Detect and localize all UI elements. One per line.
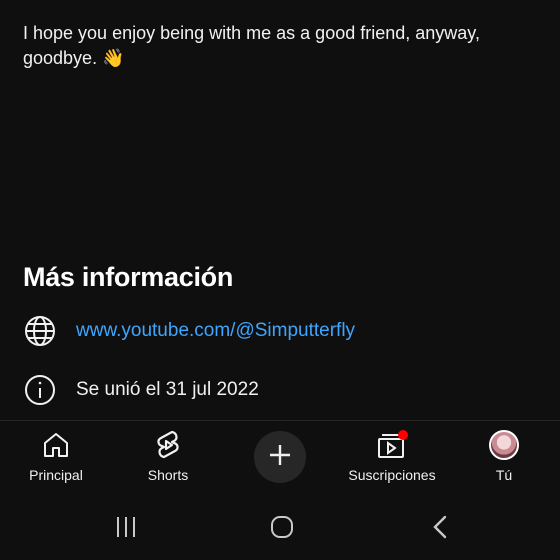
channel-link-row[interactable]: www.youtube.com/@Simputterfly xyxy=(23,311,355,351)
bottom-navigation: Principal Shorts Suscripciones Tú xyxy=(0,421,560,496)
avatar-wrap xyxy=(489,429,519,461)
globe-icon xyxy=(23,314,57,348)
create-button[interactable] xyxy=(254,431,306,483)
system-navigation-bar xyxy=(0,496,560,560)
nav-item-you[interactable]: Tú xyxy=(448,429,560,483)
info-icon xyxy=(23,373,57,407)
joined-date-row: Se unió el 31 jul 2022 xyxy=(23,370,259,410)
nav-label-subscriptions: Suscripciones xyxy=(348,467,436,483)
waving-hand-emoji: 👋 xyxy=(102,48,125,68)
more-info-heading: Más información xyxy=(23,262,234,292)
notification-dot xyxy=(398,430,408,440)
nav-item-shorts[interactable]: Shorts xyxy=(112,429,224,483)
home-icon xyxy=(41,429,71,461)
subscriptions-icon xyxy=(375,429,409,461)
nav-label-you: Tú xyxy=(495,467,513,483)
nav-label-shorts: Shorts xyxy=(147,467,189,483)
joined-date: Se unió el 31 jul 2022 xyxy=(76,379,259,400)
nav-item-home[interactable]: Principal xyxy=(0,429,112,483)
home-circle-icon[interactable] xyxy=(268,514,296,540)
description-text: I hope you enjoy being with me as a good… xyxy=(23,23,480,68)
avatar xyxy=(489,430,519,460)
back-icon[interactable] xyxy=(428,514,452,540)
recent-apps-icon[interactable] xyxy=(112,514,140,540)
channel-description: I hope you enjoy being with me as a good… xyxy=(23,21,543,71)
plus-icon xyxy=(268,443,292,472)
shorts-icon xyxy=(153,429,183,461)
nav-item-subscriptions[interactable]: Suscripciones xyxy=(336,429,448,483)
nav-label-home: Principal xyxy=(29,467,83,483)
channel-link[interactable]: www.youtube.com/@Simputterfly xyxy=(76,320,355,342)
